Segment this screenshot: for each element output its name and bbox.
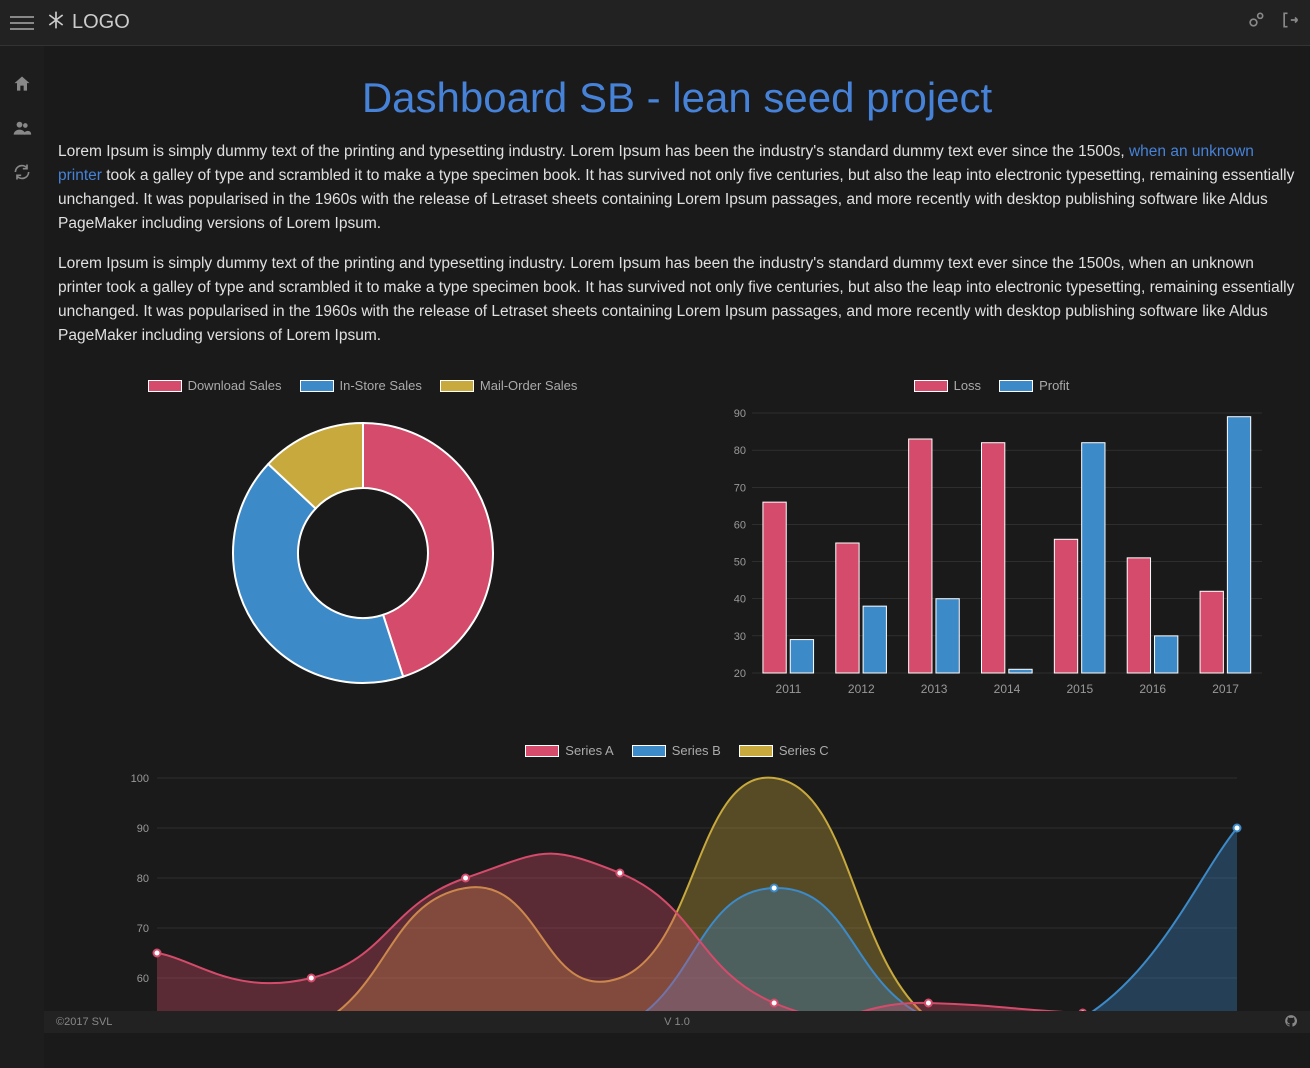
legend-label: Profit <box>1039 378 1069 393</box>
users-icon <box>12 118 32 138</box>
legend-item[interactable]: Mail-Order Sales <box>440 378 578 393</box>
intro-paragraph-2: Lorem Ipsum is simply dummy text of the … <box>58 252 1296 348</box>
logo[interactable]: LOGO <box>46 10 130 36</box>
bar[interactable] <box>1154 636 1177 673</box>
donut-chart <box>198 403 528 703</box>
area-legend: Series A Series B Series C <box>58 743 1296 758</box>
bar[interactable] <box>790 640 813 673</box>
legend-item[interactable]: Series A <box>525 743 613 758</box>
bar-chart: 20 30 40 50 60 70 80 90 2011 2012 2013 2014 2015 2016… <box>712 403 1272 703</box>
legend-swatch <box>999 380 1033 392</box>
bar[interactable] <box>762 502 785 673</box>
data-point[interactable] <box>154 950 161 957</box>
y-axis-tick: 50 <box>733 557 745 569</box>
legend-item[interactable]: Series C <box>739 743 829 758</box>
legend-swatch <box>914 380 948 392</box>
footer: ©2017 SVL V 1.0 <box>44 1011 1310 1033</box>
bar[interactable] <box>1127 558 1150 673</box>
area-chart: 5060708090100 <box>107 768 1247 1028</box>
y-axis-tick: 90 <box>733 408 745 420</box>
bar-chart-container: LossProfit 20304050607080902011201220132… <box>687 378 1296 703</box>
intro-text: Lorem Ipsum is simply dummy text of the … <box>58 143 1129 160</box>
snowflake-icon <box>46 10 66 36</box>
data-point[interactable] <box>771 1000 778 1007</box>
bar[interactable] <box>863 606 886 673</box>
y-axis-tick: 60 <box>733 520 745 532</box>
legend-item[interactable]: In-Store Sales <box>300 378 422 393</box>
legend-label: Series B <box>672 743 721 758</box>
intro-paragraph-1: Lorem Ipsum is simply dummy text of the … <box>58 140 1296 236</box>
footer-version: V 1.0 <box>664 1016 690 1028</box>
x-axis-label: 2017 <box>1212 682 1239 696</box>
bar-legend: Loss Profit <box>687 378 1296 393</box>
bar[interactable] <box>1054 539 1077 673</box>
x-axis-label: 2014 <box>993 682 1020 696</box>
legend-label: Loss <box>954 378 981 393</box>
intro-text: took a galley of type and scrambled it t… <box>58 167 1294 232</box>
legend-swatch <box>739 745 773 757</box>
legend-swatch <box>300 380 334 392</box>
y-axis-tick: 90 <box>137 823 149 835</box>
bar[interactable] <box>1200 591 1223 673</box>
refresh-icon <box>12 162 32 182</box>
home-icon <box>12 74 32 94</box>
menu-toggle-button[interactable] <box>10 11 34 35</box>
sidebar-item-refresh[interactable] <box>12 162 32 182</box>
data-point[interactable] <box>771 885 778 892</box>
data-point[interactable] <box>925 1000 932 1007</box>
page-title: Dashboard SB - lean seed project <box>58 74 1296 122</box>
bar[interactable] <box>908 439 931 673</box>
legend-swatch <box>632 745 666 757</box>
footer-github-icon[interactable] <box>1284 1014 1298 1031</box>
donut-chart-container: Download Sales In-Store Sales Mail-Order S… <box>58 378 667 703</box>
sidebar-item-users[interactable] <box>12 118 32 138</box>
area-chart-container: Series ASeries BSeries C 5060708090100 <box>58 743 1296 1028</box>
bar[interactable] <box>935 599 958 673</box>
x-axis-label: 2015 <box>1066 682 1093 696</box>
logout-icon[interactable] <box>1280 10 1300 35</box>
x-axis-label: 2012 <box>847 682 874 696</box>
x-axis-label: 2011 <box>775 682 801 696</box>
y-axis-tick: 40 <box>733 594 745 606</box>
y-axis-tick: 30 <box>733 631 745 643</box>
y-axis-tick: 80 <box>733 445 745 457</box>
donut-legend: Download Sales In-Store Sales Mail-Order S… <box>58 378 667 393</box>
y-axis-tick: 80 <box>137 873 149 885</box>
y-axis-tick: 70 <box>733 482 745 494</box>
bar[interactable] <box>1081 443 1104 673</box>
legend-label: Series C <box>779 743 829 758</box>
sidebar-item-home[interactable] <box>12 74 32 94</box>
legend-item[interactable]: Download Sales <box>148 378 282 393</box>
legend-swatch <box>525 745 559 757</box>
data-point[interactable] <box>616 870 623 877</box>
legend-swatch <box>148 380 182 392</box>
main-content: Dashboard SB - lean seed project Lorem I… <box>44 46 1310 1068</box>
data-point[interactable] <box>462 875 469 882</box>
bar[interactable] <box>981 443 1004 673</box>
x-axis-label: 2016 <box>1139 682 1166 696</box>
y-axis-tick: 100 <box>131 773 149 785</box>
legend-label: Download Sales <box>188 378 282 393</box>
legend-item[interactable]: Series B <box>632 743 721 758</box>
legend-label: In-Store Sales <box>340 378 422 393</box>
sidebar <box>0 46 44 1068</box>
y-axis-tick: 60 <box>137 973 149 985</box>
bar[interactable] <box>835 543 858 673</box>
bar[interactable] <box>1227 417 1250 673</box>
data-point[interactable] <box>1234 825 1241 832</box>
bar[interactable] <box>1008 669 1031 673</box>
legend-item[interactable]: Loss <box>914 378 981 393</box>
settings-icon[interactable] <box>1246 10 1266 35</box>
y-axis-tick: 20 <box>733 668 745 680</box>
y-axis-tick: 70 <box>137 923 149 935</box>
x-axis-label: 2013 <box>920 682 947 696</box>
legend-label: Mail-Order Sales <box>480 378 578 393</box>
legend-label: Series A <box>565 743 613 758</box>
logo-text: LOGO <box>72 11 130 34</box>
legend-swatch <box>440 380 474 392</box>
topbar: LOGO <box>0 0 1310 46</box>
data-point[interactable] <box>308 975 315 982</box>
legend-item[interactable]: Profit <box>999 378 1069 393</box>
footer-copyright: ©2017 SVL <box>56 1016 112 1028</box>
